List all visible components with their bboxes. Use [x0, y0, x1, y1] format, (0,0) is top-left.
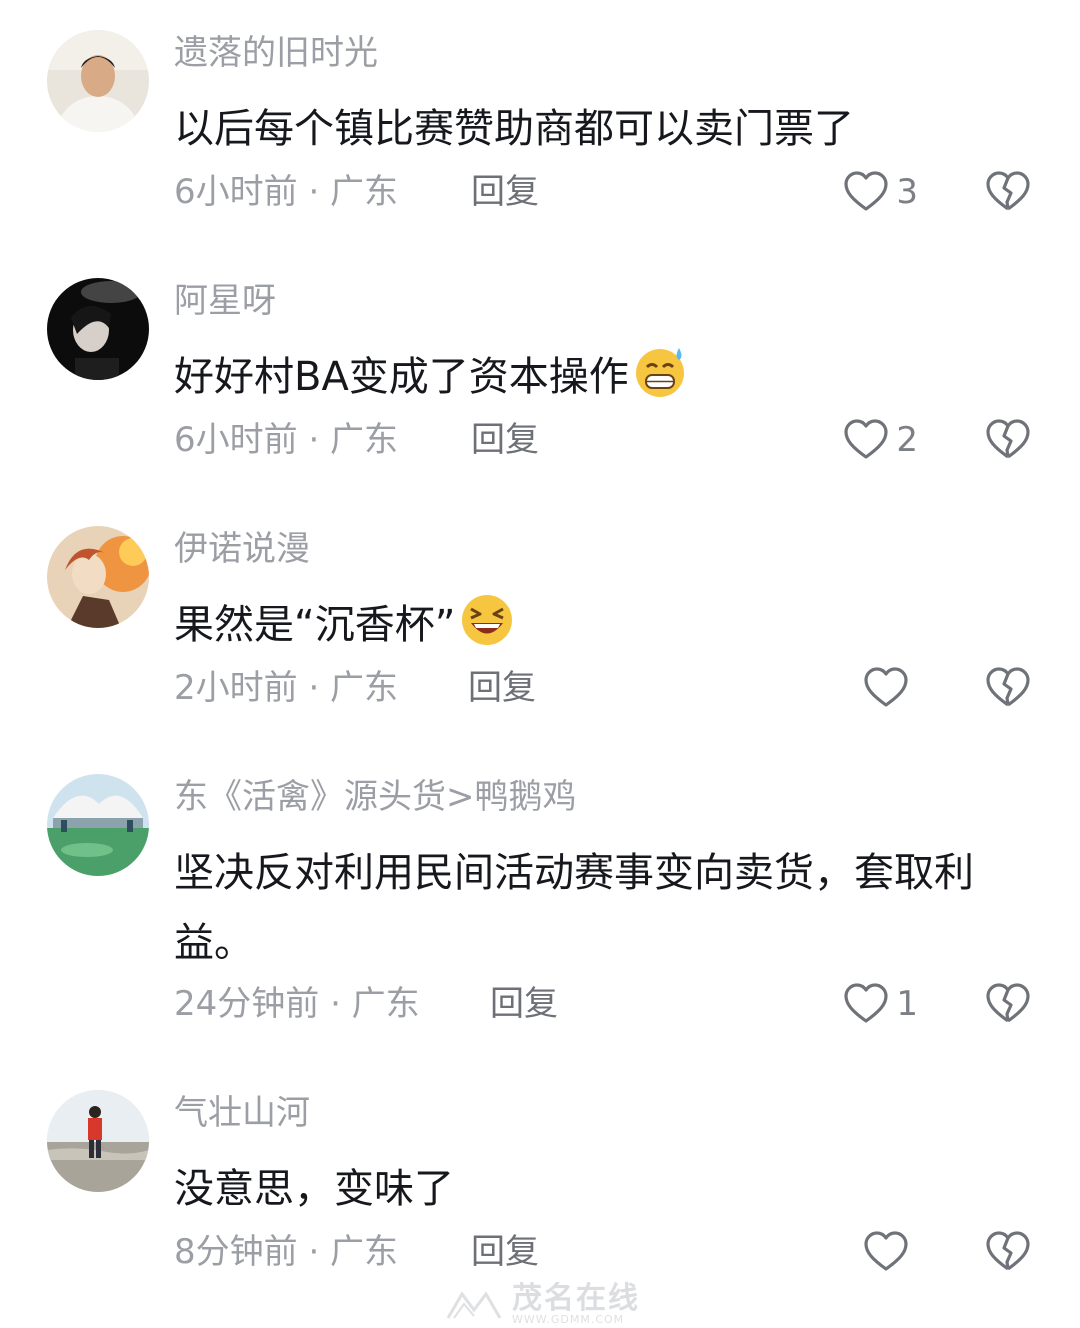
like-count: 3	[896, 172, 918, 212]
reply-button[interactable]: 回复	[468, 666, 536, 710]
comment-time-location: 6小时前 · 广东	[174, 420, 399, 460]
like-button[interactable]: 1	[842, 980, 918, 1028]
watermark: 茂名在线 WWW.GDMM.COM	[444, 1284, 640, 1326]
site-logo-icon	[446, 1291, 502, 1319]
avatar[interactable]	[47, 526, 149, 628]
avatar[interactable]	[47, 30, 149, 132]
avatar[interactable]	[47, 774, 149, 876]
broken-heart-icon[interactable]	[984, 168, 1032, 216]
like-button[interactable]: 3	[842, 168, 918, 216]
comment-time-location: 8分钟前 · 广东	[174, 1232, 399, 1272]
heart-outline-icon	[844, 171, 888, 211]
comment-text: 好好村BA变成了资本操作	[174, 342, 1014, 422]
comment-text: 果然是“沉香杯”	[174, 590, 1014, 670]
comment-time-location: 2小时前 · 广东	[174, 668, 399, 708]
comment-time-location: 6小时前 · 广东	[174, 172, 399, 212]
broken-heart-icon[interactable]	[984, 980, 1032, 1028]
like-count: 1	[896, 984, 918, 1024]
laughing-squint-emoji	[459, 592, 515, 670]
avatar[interactable]	[47, 1090, 149, 1192]
comment-text: 坚决反对利用民间活动赛事变向卖货，套取利益。	[174, 850, 974, 966]
reply-button[interactable]: 回复	[471, 418, 539, 462]
heart-outline-icon	[844, 983, 888, 1023]
broken-heart-icon[interactable]	[984, 664, 1032, 712]
like-count: 2	[896, 420, 918, 460]
like-button[interactable]	[862, 1228, 916, 1276]
comment-text: 以后每个镇比赛赞助商都可以卖门票了	[174, 106, 854, 152]
comment-text: 没意思，变味了	[174, 1166, 454, 1212]
comment-username[interactable]: 伊诺说漫	[174, 528, 310, 570]
like-button[interactable]: 2	[842, 416, 918, 464]
avatar[interactable]	[47, 278, 149, 380]
comment-time-location: 24分钟前 · 广东	[174, 984, 420, 1024]
watermark-title: 茂名在线	[512, 1281, 640, 1316]
heart-outline-icon	[864, 1231, 908, 1271]
reply-button[interactable]: 回复	[490, 982, 558, 1026]
reply-button[interactable]: 回复	[471, 1230, 539, 1274]
comment-username[interactable]: 气壮山河	[174, 1092, 310, 1134]
grinning-sweat-emoji	[633, 344, 689, 422]
broken-heart-icon[interactable]	[984, 1228, 1032, 1276]
heart-outline-icon	[864, 667, 908, 707]
comment-username[interactable]: 东《活禽》源头货>鸭鹅鸡	[174, 776, 577, 818]
watermark-url: WWW.GDMM.COM	[512, 1313, 625, 1326]
reply-button[interactable]: 回复	[471, 170, 539, 214]
heart-outline-icon	[844, 419, 888, 459]
broken-heart-icon[interactable]	[984, 416, 1032, 464]
comment-username[interactable]: 阿星呀	[174, 280, 276, 322]
comment-username[interactable]: 遗落的旧时光	[174, 32, 378, 74]
like-button[interactable]	[862, 664, 916, 712]
